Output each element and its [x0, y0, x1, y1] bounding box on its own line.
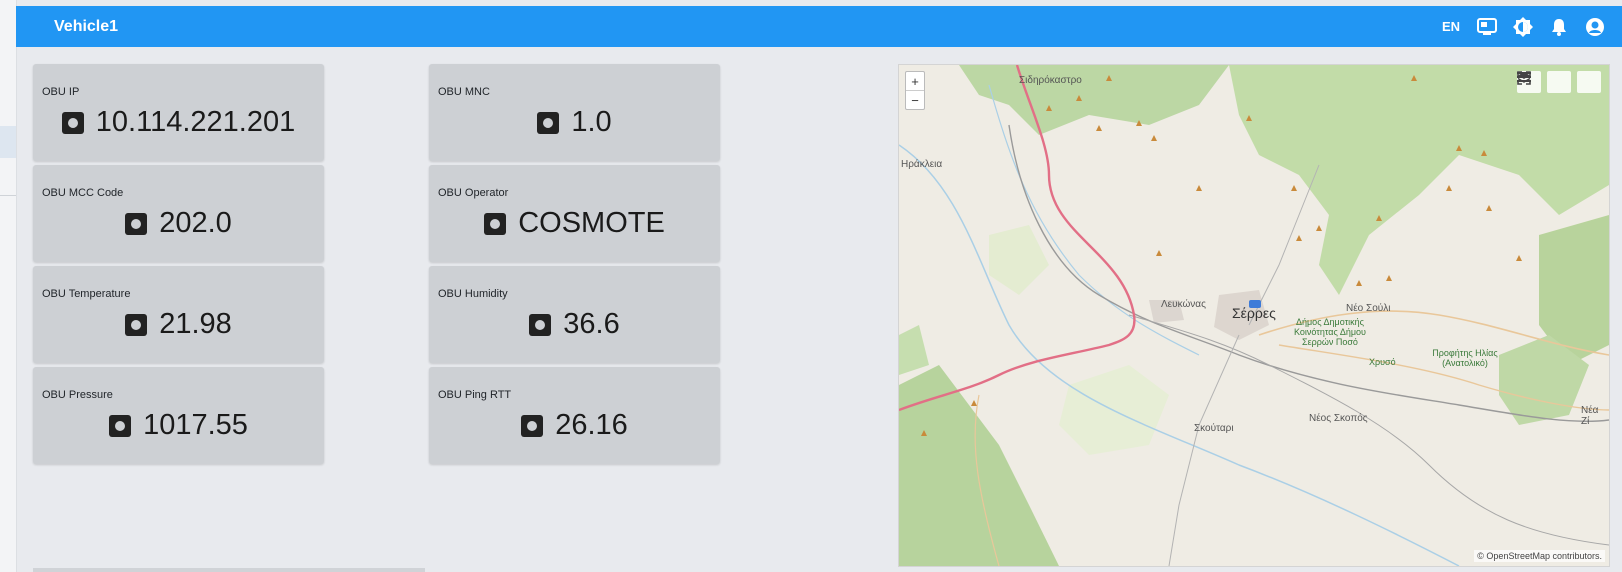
left-rail-selected-item[interactable] [0, 126, 16, 158]
card-obu-mcc-code: OBU MCC Code 202.0 [33, 165, 324, 262]
map-place-label: Ηράκλεια [901, 159, 943, 170]
card-label: OBU Humidity [438, 288, 508, 300]
map-area-label: Προφήτης Ηλίας (Ανατολικό) [1432, 348, 1498, 368]
card-value-row: 10.114.221.201 [33, 106, 324, 139]
menu-button[interactable] [1517, 71, 1601, 93]
card-value-row: 202.0 [33, 207, 324, 240]
display-icon [1477, 17, 1497, 35]
language-label: EN [1441, 19, 1461, 34]
sensor-icon [109, 414, 132, 437]
topbar-actions: EN [1436, 12, 1610, 42]
account-icon [1586, 17, 1604, 36]
left-rail-divider [0, 195, 16, 196]
left-rail [0, 0, 17, 572]
card-label: OBU Temperature [42, 288, 131, 300]
card-value: 36.6 [563, 308, 620, 340]
map-area-label: Χρυσό [1369, 357, 1396, 367]
language-button[interactable]: EN [1436, 12, 1466, 42]
bell-icon [1552, 18, 1566, 36]
account-button[interactable] [1580, 12, 1610, 42]
card-obu-operator: OBU Operator COSMOTE [429, 165, 720, 262]
map-area-label: Δήμος Δημοτικής Κοινότητας Δήμου Σερρών … [1294, 317, 1366, 347]
map-city-label: Σέρρες [1232, 305, 1276, 321]
map-place-label: Νέα Ζί [1581, 405, 1599, 427]
card-obu-temperature: OBU Temperature 21.98 [33, 266, 324, 363]
card-obu-mnc: OBU MNC 1.0 [429, 64, 720, 161]
display-button[interactable] [1472, 12, 1502, 42]
brightness-icon [1513, 16, 1533, 37]
map-attribution[interactable]: © OpenStreetMap contributors. [1474, 550, 1605, 562]
card-value-row: 26.16 [429, 409, 720, 442]
card-value: 26.16 [555, 409, 628, 441]
card-label: OBU Operator [438, 187, 509, 199]
notifications-button[interactable] [1544, 12, 1574, 42]
card-label: OBU Ping RTT [438, 389, 512, 401]
card-value-row: 36.6 [429, 308, 720, 341]
card-obu-ping-rtt: OBU Ping RTT 26.16 [429, 367, 720, 464]
card-value: 21.98 [159, 308, 232, 340]
map-place-label: Σιδηρόκαστρο [1019, 75, 1082, 86]
map-place-label: Νέο Σούλι [1346, 303, 1391, 314]
card-obu-pressure: OBU Pressure 1017.55 [33, 367, 324, 464]
card-value: 1017.55 [143, 409, 248, 441]
sensor-icon [521, 414, 544, 437]
card-label: OBU Pressure [42, 389, 113, 401]
map-zoom-control: + − [905, 71, 925, 110]
zoom-out-button[interactable]: − [906, 90, 924, 109]
next-card-edge [33, 568, 425, 572]
map-widget[interactable]: Σιδηρόκαστρο Ηράκλεια Λευκώνας Σέρρες Νέ… [898, 64, 1610, 567]
sensor-icon [61, 111, 84, 134]
card-value: 1.0 [571, 106, 612, 138]
card-obu-humidity: OBU Humidity 36.6 [429, 266, 720, 363]
brightness-button[interactable] [1508, 12, 1538, 42]
map-controls [1517, 71, 1601, 93]
card-value: 10.114.221.201 [95, 106, 296, 138]
sensor-icon [125, 313, 148, 336]
sensor-icon [484, 212, 507, 235]
map-place-label: Λευκώνας [1161, 299, 1206, 310]
card-value-row: COSMOTE [429, 207, 720, 240]
map-place-label: Σκούταρι [1194, 423, 1234, 434]
fullscreen-button[interactable] [1517, 71, 1571, 93]
card-label: OBU MCC Code [42, 187, 124, 199]
sensor-icon [125, 212, 148, 235]
top-app-bar: Vehicle1 EN [16, 6, 1622, 47]
menu-icon [1517, 72, 1531, 82]
sensor-icon [537, 111, 560, 134]
card-value: COSMOTE [518, 207, 665, 239]
card-value-row: 1017.55 [33, 409, 324, 442]
zoom-in-button[interactable]: + [906, 72, 924, 90]
card-value-row: 21.98 [33, 308, 324, 341]
card-value: 202.0 [159, 207, 232, 239]
card-value-row: 1.0 [429, 106, 720, 139]
card-obu-ip: OBU IP 10.114.221.201 [33, 64, 324, 161]
map-place-label: Νέος Σκοπός [1309, 413, 1368, 424]
sensor-icon [529, 313, 552, 336]
page-title: Vehicle1 [54, 17, 119, 35]
card-label: OBU MNC [438, 86, 490, 98]
card-label: OBU IP [42, 86, 80, 98]
